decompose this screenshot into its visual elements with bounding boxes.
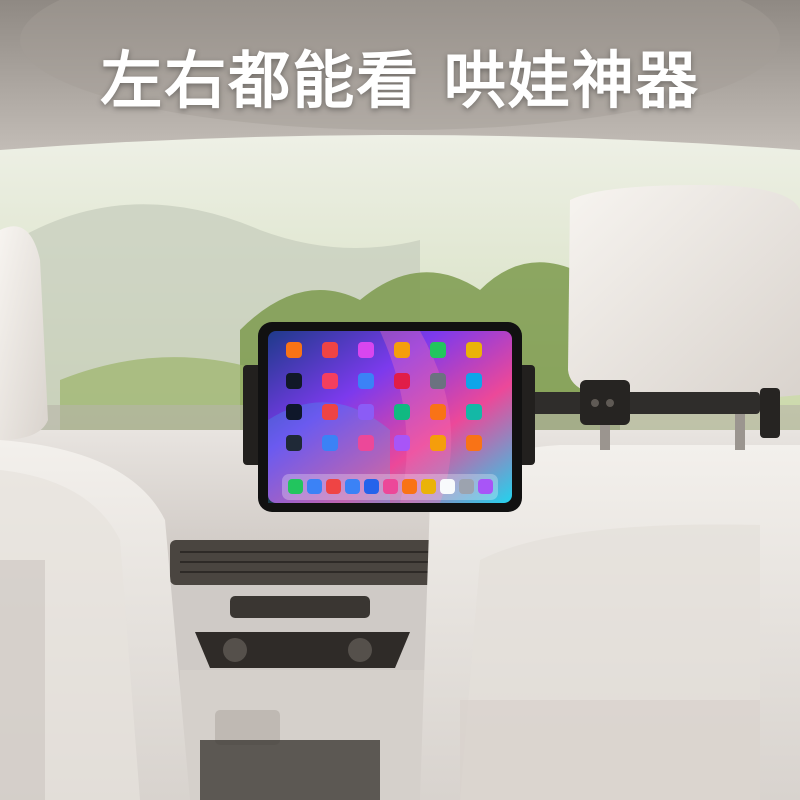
app-icon[interactable]	[430, 404, 446, 420]
control-strip	[230, 596, 370, 618]
app-icon[interactable]	[466, 404, 482, 420]
app-icon[interactable]	[466, 373, 482, 389]
dock-app-icon[interactable]	[478, 479, 493, 494]
app-icon[interactable]	[286, 373, 302, 389]
headline: 左右都能看 哄娃神器	[100, 44, 700, 117]
dock-app-icon[interactable]	[459, 479, 474, 494]
dock-app-icon[interactable]	[288, 479, 303, 494]
app-icon[interactable]	[286, 404, 302, 420]
app-icon[interactable]	[286, 342, 302, 358]
app-icon[interactable]	[394, 342, 410, 358]
app-icon[interactable]	[322, 435, 338, 451]
dock-app-icon[interactable]	[440, 479, 455, 494]
mount-arm	[520, 392, 760, 414]
app-icon[interactable]	[322, 373, 338, 389]
dock-icons	[288, 479, 493, 494]
gear-shifter	[215, 710, 280, 745]
scene-illustration	[0, 0, 800, 800]
app-icon[interactable]	[430, 373, 446, 389]
dock-app-icon[interactable]	[345, 479, 360, 494]
app-icon[interactable]	[394, 404, 410, 420]
app-icon[interactable]	[322, 342, 338, 358]
app-icon[interactable]	[430, 435, 446, 451]
dock-app-icon[interactable]	[421, 479, 436, 494]
dock-app-icon[interactable]	[402, 479, 417, 494]
app-icon[interactable]	[286, 435, 302, 451]
car-interior-scene: 左右都能看 哄娃神器	[0, 0, 800, 800]
dock-app-icon[interactable]	[307, 479, 322, 494]
dock-app-icon[interactable]	[364, 479, 379, 494]
dock-app-icon[interactable]	[383, 479, 398, 494]
app-icon[interactable]	[358, 342, 374, 358]
app-icon[interactable]	[358, 435, 374, 451]
app-icon[interactable]	[430, 342, 446, 358]
app-icon[interactable]	[358, 373, 374, 389]
headrest-clamp	[760, 388, 780, 438]
app-icon[interactable]	[466, 435, 482, 451]
right-headrest	[568, 185, 800, 400]
dock-app-icon[interactable]	[326, 479, 341, 494]
app-icon[interactable]	[322, 404, 338, 420]
app-icon[interactable]	[394, 373, 410, 389]
app-icon[interactable]	[466, 342, 482, 358]
app-icon[interactable]	[394, 435, 410, 451]
app-icon[interactable]	[358, 404, 374, 420]
